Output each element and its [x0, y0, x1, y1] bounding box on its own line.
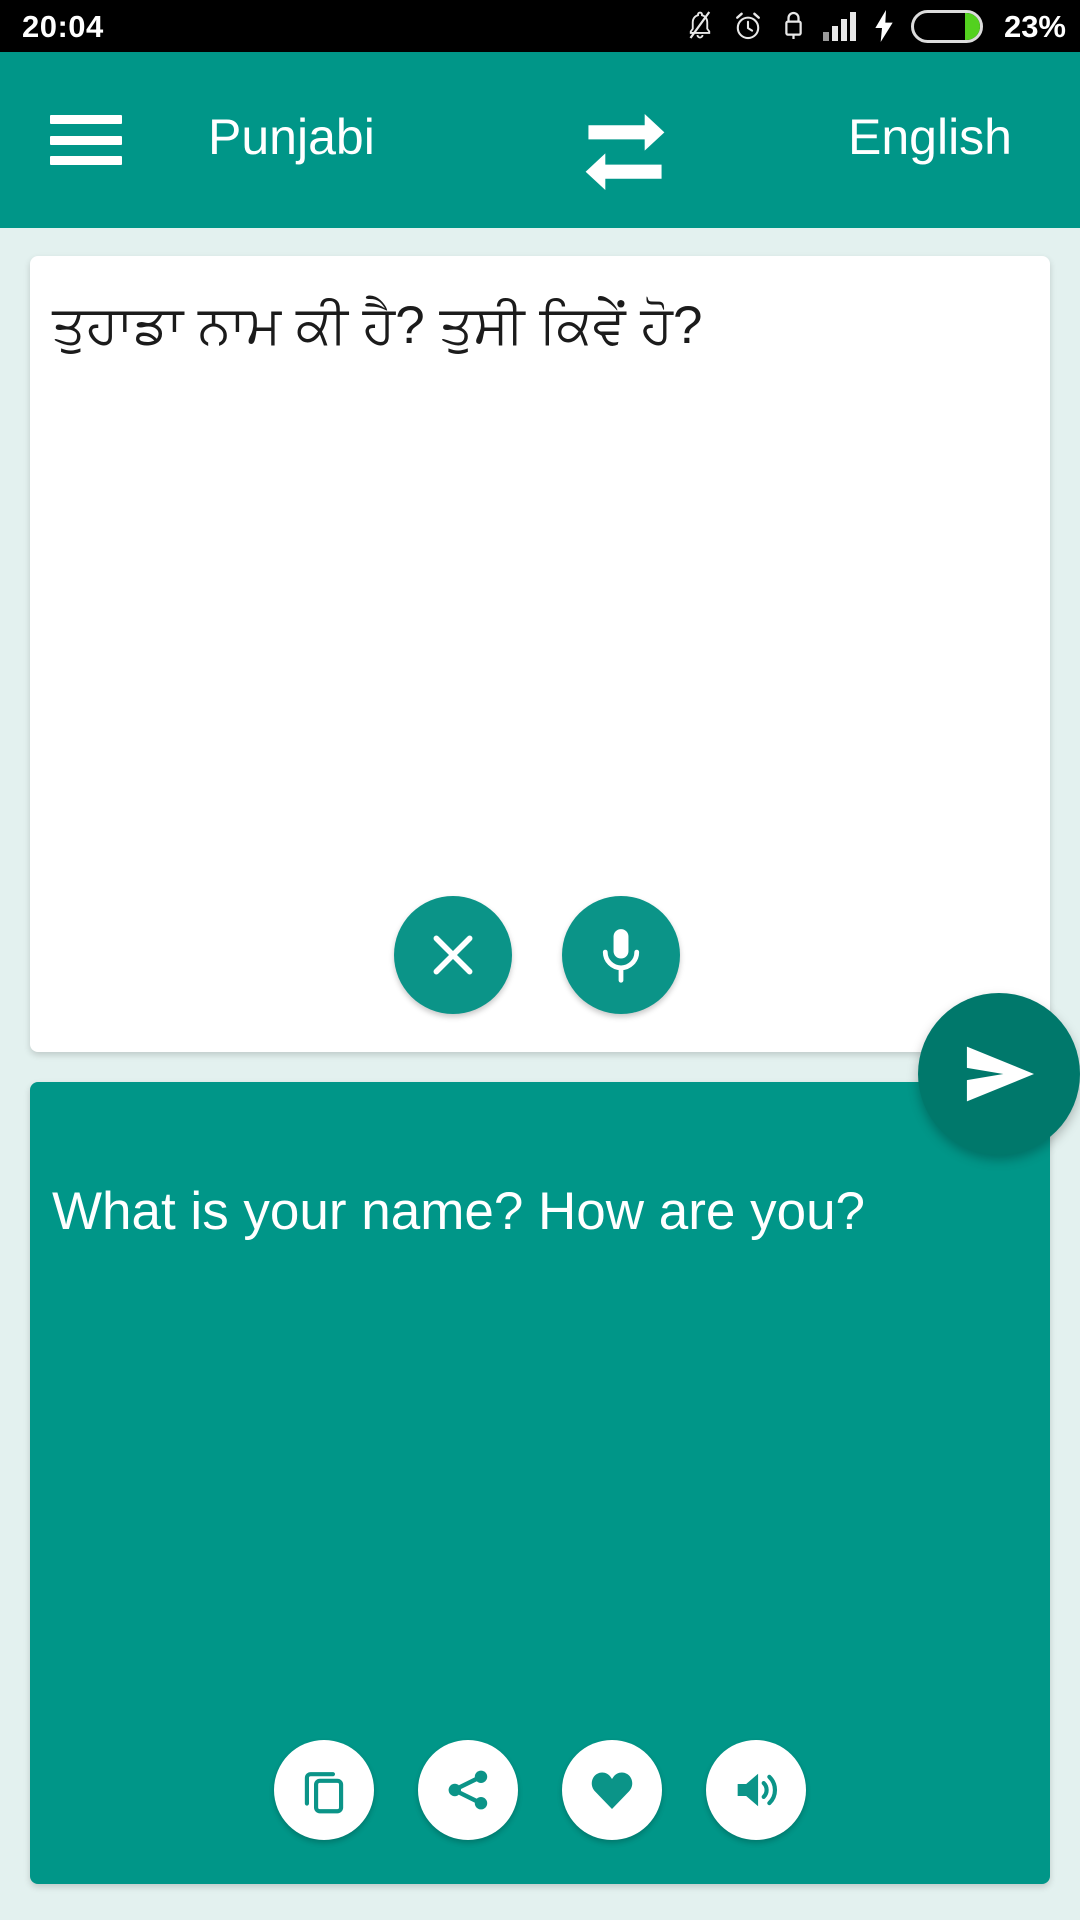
battery-percent-label: 23% — [1003, 8, 1066, 44]
translated-text[interactable]: What is your name? How are you? — [52, 1178, 1028, 1247]
share-button[interactable] — [418, 1740, 518, 1840]
hamburger-menu-icon[interactable] — [40, 102, 132, 178]
status-bar-icons: 23% — [685, 9, 1066, 43]
send-icon — [966, 1046, 1034, 1102]
status-bar: 20:04 23% — [0, 0, 1080, 52]
speaker-icon — [737, 1773, 777, 1807]
battery-icon — [910, 9, 983, 43]
menu-bar-1 — [50, 115, 122, 124]
copy-button[interactable] — [274, 1740, 374, 1840]
microphone-icon — [602, 929, 640, 983]
close-icon — [433, 935, 473, 975]
translation-actions — [30, 1740, 1050, 1840]
signal-bars-icon — [822, 12, 856, 41]
notifications-off-icon — [689, 11, 711, 39]
menu-bar-3 — [50, 156, 122, 165]
app-bar: Punjabi English — [0, 52, 1080, 228]
charging-bolt-icon — [875, 10, 893, 42]
source-text-panel: ਤੁਹਾਡਾ ਨਾਮ ਕੀ ਹੈ? ਤੁਸੀ ਕਿਵੇਂ ਹੋ? — [30, 256, 1050, 1052]
app-screen: 20:04 23% Punjabi English ਤੁਹਾਡਾ ਨਾਮ ਕੀ … — [0, 0, 1080, 1920]
target-language-selector[interactable]: English — [848, 112, 1012, 162]
clear-button[interactable] — [394, 896, 512, 1014]
send-button[interactable] — [918, 993, 1080, 1155]
copy-icon — [304, 1772, 344, 1814]
share-icon — [448, 1770, 488, 1810]
voice-input-button[interactable] — [562, 896, 680, 1014]
speak-button[interactable] — [706, 1740, 806, 1840]
translation-result-panel: What is your name? How are you? — [30, 1082, 1050, 1884]
status-bar-clock: 20:04 — [22, 8, 104, 44]
swap-languages-icon[interactable] — [575, 107, 675, 197]
source-text-input[interactable]: ਤੁਹਾਡਾ ਨਾਮ ਕੀ ਹੈ? ਤੁਸੀ ਕਿਵੇਂ ਹੋ? — [52, 290, 1028, 362]
screen-lock-icon — [785, 11, 802, 39]
battery-fill — [964, 12, 980, 40]
favorite-button[interactable] — [562, 1740, 662, 1840]
alarm-icon — [736, 12, 760, 40]
heart-icon — [591, 1772, 633, 1809]
menu-bar-2 — [50, 135, 122, 145]
source-language-selector[interactable]: Punjabi — [208, 112, 375, 162]
